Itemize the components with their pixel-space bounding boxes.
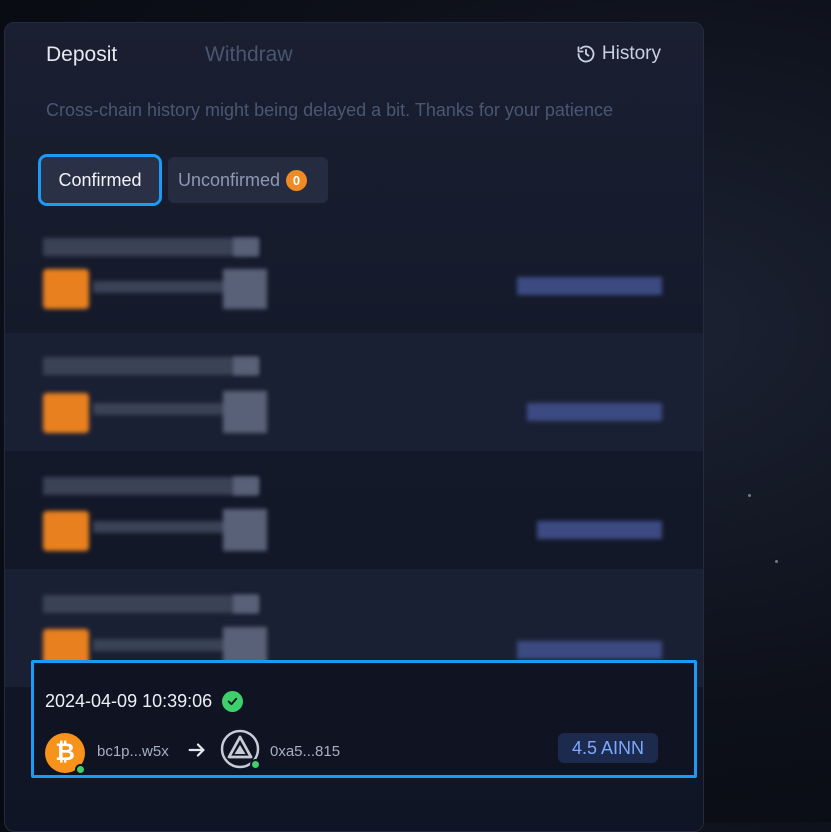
source-status-dot [75, 764, 86, 775]
history-icon [577, 45, 595, 63]
filter-confirmed[interactable]: Confirmed [38, 154, 162, 206]
transaction-row[interactable]: 2024-04-09 10:39:06 ₿ bc1p...w5x 0xa5...… [31, 660, 697, 778]
delay-notice: Cross-chain history might being delayed … [46, 100, 613, 120]
history-button[interactable]: History [576, 43, 661, 65]
timestamp-text: 2024-04-09 10:39:06 [45, 691, 213, 711]
tab-deposit[interactable]: Deposit [46, 43, 117, 67]
amount-badge: 4.5 AINN [558, 733, 658, 763]
filter-unconfirmed[interactable]: Unconfirmed 0 [168, 157, 328, 203]
redacted-row [5, 451, 703, 569]
from-address: bc1p...w5x [97, 743, 169, 760]
redacted-row [5, 215, 703, 333]
redacted-row [5, 333, 703, 451]
transaction-timestamp: 2024-04-09 10:39:06 [45, 691, 244, 712]
history-label: History [601, 43, 661, 64]
unconfirmed-count-badge: 0 [286, 169, 308, 191]
arrow-right-icon [188, 743, 205, 757]
tab-withdraw[interactable]: Withdraw [205, 43, 293, 67]
check-circle-icon [222, 691, 244, 712]
to-address: 0xa5...815 [270, 743, 341, 760]
filter-unconfirmed-label: Unconfirmed [178, 169, 281, 190]
destination-status-dot [250, 759, 261, 770]
